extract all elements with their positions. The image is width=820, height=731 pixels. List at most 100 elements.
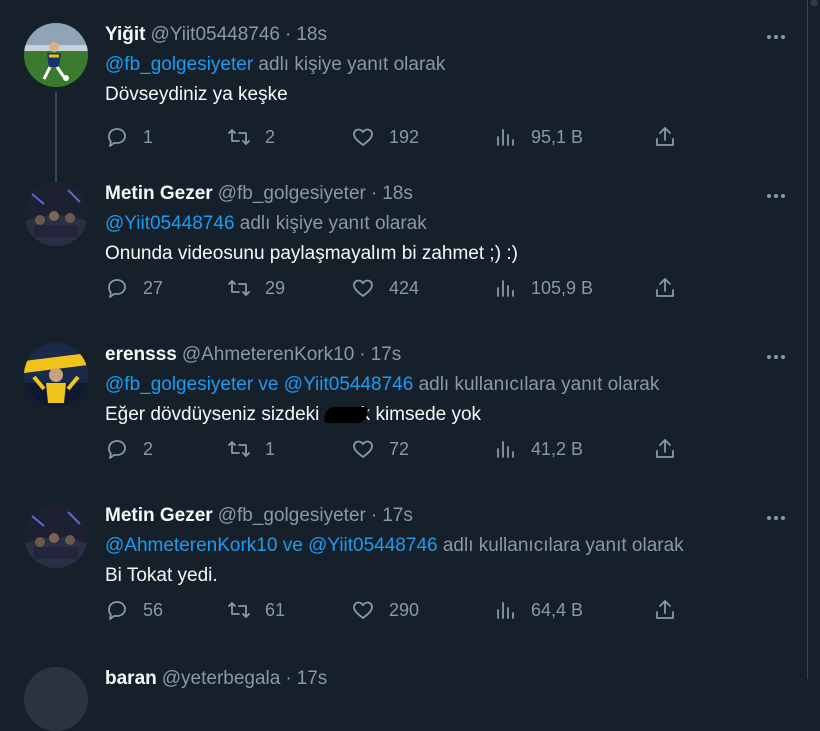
analytics-icon	[497, 280, 514, 297]
retweet-button[interactable]: 2	[227, 125, 275, 149]
reply-icon	[108, 440, 126, 459]
mention-joiner: ve	[277, 535, 309, 556]
heart-icon	[353, 601, 373, 619]
tweet[interactable]: Metin Gezer @fb_golgesiyeter · 17s @Ahme…	[0, 481, 808, 642]
reply-count: 1	[143, 126, 154, 147]
reply-context: @fb_golgesiyeter ve @Yiit05448746 adlı k…	[105, 373, 788, 397]
heart-icon	[353, 279, 373, 297]
analytics-icon	[497, 441, 514, 458]
like-count: 424	[389, 277, 420, 298]
like-button[interactable]: 290	[351, 598, 419, 622]
separator-dot: ·	[284, 24, 292, 45]
avatar[interactable]	[24, 667, 88, 731]
tweet-text: Dövseydiniz ya keşke	[105, 84, 288, 105]
user-handle[interactable]: @AhmeterenKork10	[182, 343, 354, 367]
share-icon	[656, 278, 674, 297]
retweet-count: 61	[265, 599, 286, 620]
retweet-button[interactable]: 61	[227, 598, 285, 622]
avatar[interactable]	[24, 23, 88, 87]
timestamp[interactable]: 17s	[371, 343, 402, 367]
retweet-count: 1	[265, 438, 276, 459]
scrollbar-thumb[interactable]	[810, 0, 818, 6]
timestamp[interactable]: 18s	[296, 23, 327, 47]
reply-context: @fb_golgesiyeter adlı kişiye yanıt olara…	[105, 53, 788, 77]
share-button[interactable]	[653, 125, 677, 149]
share-button[interactable]	[653, 598, 677, 622]
like-button[interactable]: 72	[351, 437, 409, 461]
like-button[interactable]: 192	[351, 125, 419, 149]
mention-link[interactable]: @fb_golgesiyeter	[105, 54, 253, 75]
reply-count: 56	[143, 599, 164, 620]
mention-link[interactable]: @Yiit05448746	[308, 535, 438, 556]
mention-link[interactable]: @Yiit05448746	[284, 374, 414, 395]
more-options-icon[interactable]	[764, 349, 788, 365]
reply-context-label: adlı kullanıcılara yanıt olarak	[413, 374, 660, 395]
action-bar: 56 61 290 64,4 B	[105, 598, 705, 624]
reply-button[interactable]: 2	[105, 437, 153, 461]
more-options-icon[interactable]	[764, 510, 788, 526]
timestamp[interactable]: 17s	[297, 667, 328, 691]
avatar[interactable]	[24, 182, 88, 246]
reply-context-label: adlı kullanıcılara yanıt olarak	[437, 535, 684, 556]
retweet-icon	[228, 441, 250, 457]
like-count: 72	[389, 438, 410, 459]
heart-icon	[353, 440, 373, 458]
reply-icon	[108, 279, 126, 298]
share-icon	[656, 600, 674, 619]
tweet-text-before: Eğer dövdüyseniz sizdeki	[105, 404, 325, 425]
retweet-icon	[228, 602, 250, 618]
separator-dot: ·	[370, 505, 378, 526]
user-handle[interactable]: @fb_golgesiyeter	[218, 504, 366, 528]
mention-link[interactable]: @AhmeterenKork10	[105, 535, 277, 556]
display-name[interactable]: erensss	[105, 343, 177, 367]
tweet-partial[interactable]: baran @yeterbegala · 17s	[0, 661, 808, 731]
analytics-icon	[497, 129, 514, 146]
timestamp[interactable]: 18s	[382, 182, 413, 206]
avatar[interactable]	[24, 504, 88, 568]
reply-button[interactable]: 1	[105, 125, 153, 149]
reply-button[interactable]: 27	[105, 276, 163, 300]
mention-link[interactable]: @fb_golgesiyeter	[105, 374, 253, 395]
tweet[interactable]: Metin Gezer @fb_golgesiyeter · 18s @Yiit…	[0, 159, 808, 320]
reply-context: @Yiit05448746 adlı kişiye yanıt olarak	[105, 212, 788, 236]
user-handle[interactable]: @fb_golgesiyeter	[218, 182, 366, 206]
views-button[interactable]: 41,2 B	[493, 437, 583, 461]
tweet-text-after: k kimsede yok	[360, 404, 482, 425]
view-count: 105,9 B	[531, 277, 594, 298]
action-bar: 1 2 192 95,1 B	[105, 125, 705, 151]
timestamp[interactable]: 17s	[382, 504, 413, 528]
retweet-count: 2	[265, 126, 276, 147]
separator-dot: ·	[359, 344, 366, 365]
share-button[interactable]	[653, 276, 677, 300]
timeline-feed: Yiğit @Yiit05448746 · 18s @fb_golgesiyet…	[0, 0, 808, 642]
views-button[interactable]: 105,9 B	[493, 276, 593, 300]
like-count: 192	[389, 126, 420, 147]
views-button[interactable]: 64,4 B	[493, 598, 583, 622]
tweet[interactable]: Yiğit @Yiit05448746 · 18s @fb_golgesiyet…	[0, 0, 808, 162]
display-name[interactable]: baran	[105, 667, 157, 691]
more-options-icon[interactable]	[764, 188, 788, 204]
thread-line	[55, 92, 57, 162]
retweet-button[interactable]: 29	[227, 276, 285, 300]
share-button[interactable]	[653, 437, 677, 461]
display-name[interactable]: Yiğit	[105, 23, 145, 47]
reply-context-label: adlı kişiye yanıt olarak	[234, 213, 427, 234]
avatar[interactable]	[24, 343, 88, 407]
reply-count: 2	[143, 438, 154, 459]
user-handle[interactable]: @Yiit05448746	[150, 23, 280, 47]
reply-button[interactable]: 56	[105, 598, 163, 622]
tweet-text: Onunda videosunu paylaşmayalım bi zahmet…	[105, 243, 518, 264]
redaction-mark	[323, 406, 369, 423]
tweet-text: Eğer dövdüyseniz sizdeki k kimsede yok	[105, 403, 788, 427]
display-name[interactable]: Metin Gezer	[105, 504, 213, 528]
scrollbar[interactable]	[807, 0, 820, 679]
more-options-icon[interactable]	[764, 29, 788, 45]
views-button[interactable]: 95,1 B	[493, 125, 583, 149]
user-handle[interactable]: @yeterbegala	[162, 667, 281, 691]
display-name[interactable]: Metin Gezer	[105, 182, 213, 206]
retweet-button[interactable]: 1	[227, 437, 275, 461]
mention-link[interactable]: @Yiit05448746	[105, 213, 235, 234]
reply-context-label: adlı kişiye yanıt olarak	[253, 54, 446, 75]
tweet[interactable]: erensss @AhmeterenKork10 · 17s @fb_golge…	[0, 320, 808, 481]
like-button[interactable]: 424	[351, 276, 419, 300]
